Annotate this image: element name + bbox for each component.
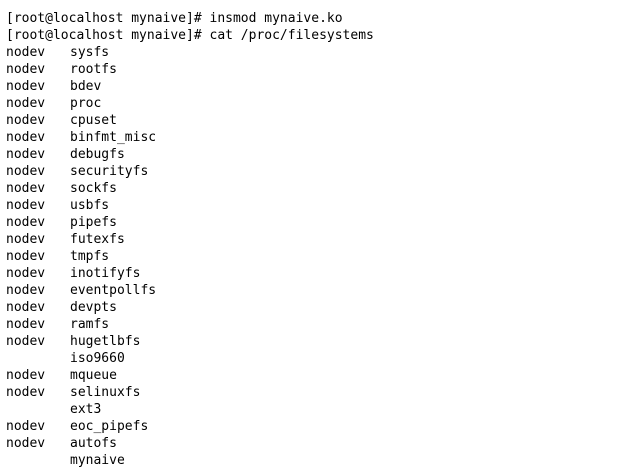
- filesystem-name: bdev: [70, 79, 102, 94]
- filesystem-flag: nodev: [6, 385, 46, 400]
- filesystem-row: nodev sockfs: [6, 180, 374, 197]
- filesystem-row: nodev binfmt_misc: [6, 129, 374, 146]
- filesystem-flag: nodev: [6, 317, 46, 332]
- filesystem-name: mqueue: [70, 368, 117, 383]
- filesystem-flag: nodev: [6, 215, 46, 230]
- filesystem-row: nodev debugfs: [6, 146, 374, 163]
- filesystem-row: nodev futexfs: [6, 231, 374, 248]
- filesystem-row: nodev tmpfs: [6, 248, 374, 265]
- filesystem-flag: nodev: [6, 147, 46, 162]
- filesystem-row: nodev devpts: [6, 299, 374, 316]
- filesystem-flag: nodev: [6, 232, 46, 247]
- filesystem-name: debugfs: [70, 147, 125, 162]
- filesystem-row: nodev pipefs: [6, 214, 374, 231]
- filesystem-row: nodev sysfs: [6, 44, 374, 61]
- filesystem-name: inotifyfs: [70, 266, 141, 281]
- filesystem-name: usbfs: [70, 198, 110, 213]
- filesystem-flag: nodev: [6, 130, 46, 145]
- terminal-output: [root@localhost mynaive]# insmod mynaive…: [6, 10, 374, 469]
- filesystem-name: pipefs: [70, 215, 117, 230]
- filesystem-flag: nodev: [6, 419, 46, 434]
- terminal-window[interactable]: [root@localhost mynaive]# insmod mynaive…: [0, 0, 637, 475]
- filesystem-name: autofs: [70, 436, 117, 451]
- filesystem-name: sockfs: [70, 181, 117, 196]
- filesystem-flag: nodev: [6, 164, 46, 179]
- filesystem-row: nodev bdev: [6, 78, 374, 95]
- filesystem-row: mynaive: [6, 452, 374, 469]
- filesystem-flag: nodev: [6, 181, 46, 196]
- filesystem-name: cpuset: [70, 113, 117, 128]
- filesystem-name: sysfs: [70, 45, 110, 60]
- filesystem-row: nodev autofs: [6, 435, 374, 452]
- filesystem-row: nodev cpuset: [6, 112, 374, 129]
- filesystem-flag: nodev: [6, 334, 46, 349]
- filesystem-flag: nodev: [6, 113, 46, 128]
- filesystem-name: selinuxfs: [70, 385, 141, 400]
- filesystem-flag: nodev: [6, 96, 46, 111]
- filesystem-name: devpts: [70, 300, 117, 315]
- filesystem-flag: nodev: [6, 62, 46, 77]
- filesystem-row: nodev securityfs: [6, 163, 374, 180]
- filesystem-name: binfmt_misc: [70, 130, 157, 145]
- filesystem-name: hugetlbfs: [70, 334, 141, 349]
- filesystem-flag: nodev: [6, 79, 46, 94]
- filesystem-name: rootfs: [70, 62, 117, 77]
- filesystem-name: mynaive: [70, 453, 125, 468]
- command-line: [root@localhost mynaive]# cat /proc/file…: [6, 28, 374, 43]
- command-line: [root@localhost mynaive]# insmod mynaive…: [6, 11, 343, 26]
- filesystem-row: nodev ramfs: [6, 316, 374, 333]
- filesystem-flag: nodev: [6, 266, 46, 281]
- filesystem-row: nodev mqueue: [6, 367, 374, 384]
- filesystem-name: proc: [70, 96, 102, 111]
- filesystem-row: nodev hugetlbfs: [6, 333, 374, 350]
- filesystem-name: securityfs: [70, 164, 149, 179]
- filesystem-row: nodev eoc_pipefs: [6, 418, 374, 435]
- filesystem-flag: nodev: [6, 368, 46, 383]
- filesystem-name: eventpollfs: [70, 283, 157, 298]
- filesystem-name: ext3: [70, 402, 102, 417]
- filesystem-row: ext3: [6, 401, 374, 418]
- filesystem-row: nodev inotifyfs: [6, 265, 374, 282]
- filesystem-flag: nodev: [6, 436, 46, 451]
- filesystem-row: nodev usbfs: [6, 197, 374, 214]
- filesystem-row: nodev proc: [6, 95, 374, 112]
- filesystem-name: eoc_pipefs: [70, 419, 149, 434]
- filesystem-row: iso9660: [6, 350, 374, 367]
- filesystem-row: nodev selinuxfs: [6, 384, 374, 401]
- filesystem-name: iso9660: [70, 351, 125, 366]
- filesystem-flag: nodev: [6, 45, 46, 60]
- filesystem-row: nodev rootfs: [6, 61, 374, 78]
- filesystem-name: tmpfs: [70, 249, 110, 264]
- filesystem-flag: nodev: [6, 300, 46, 315]
- filesystem-flag: nodev: [6, 198, 46, 213]
- filesystem-row: nodev eventpollfs: [6, 282, 374, 299]
- filesystem-flag: nodev: [6, 283, 46, 298]
- filesystem-name: ramfs: [70, 317, 110, 332]
- filesystem-flag: nodev: [6, 249, 46, 264]
- filesystem-name: futexfs: [70, 232, 125, 247]
